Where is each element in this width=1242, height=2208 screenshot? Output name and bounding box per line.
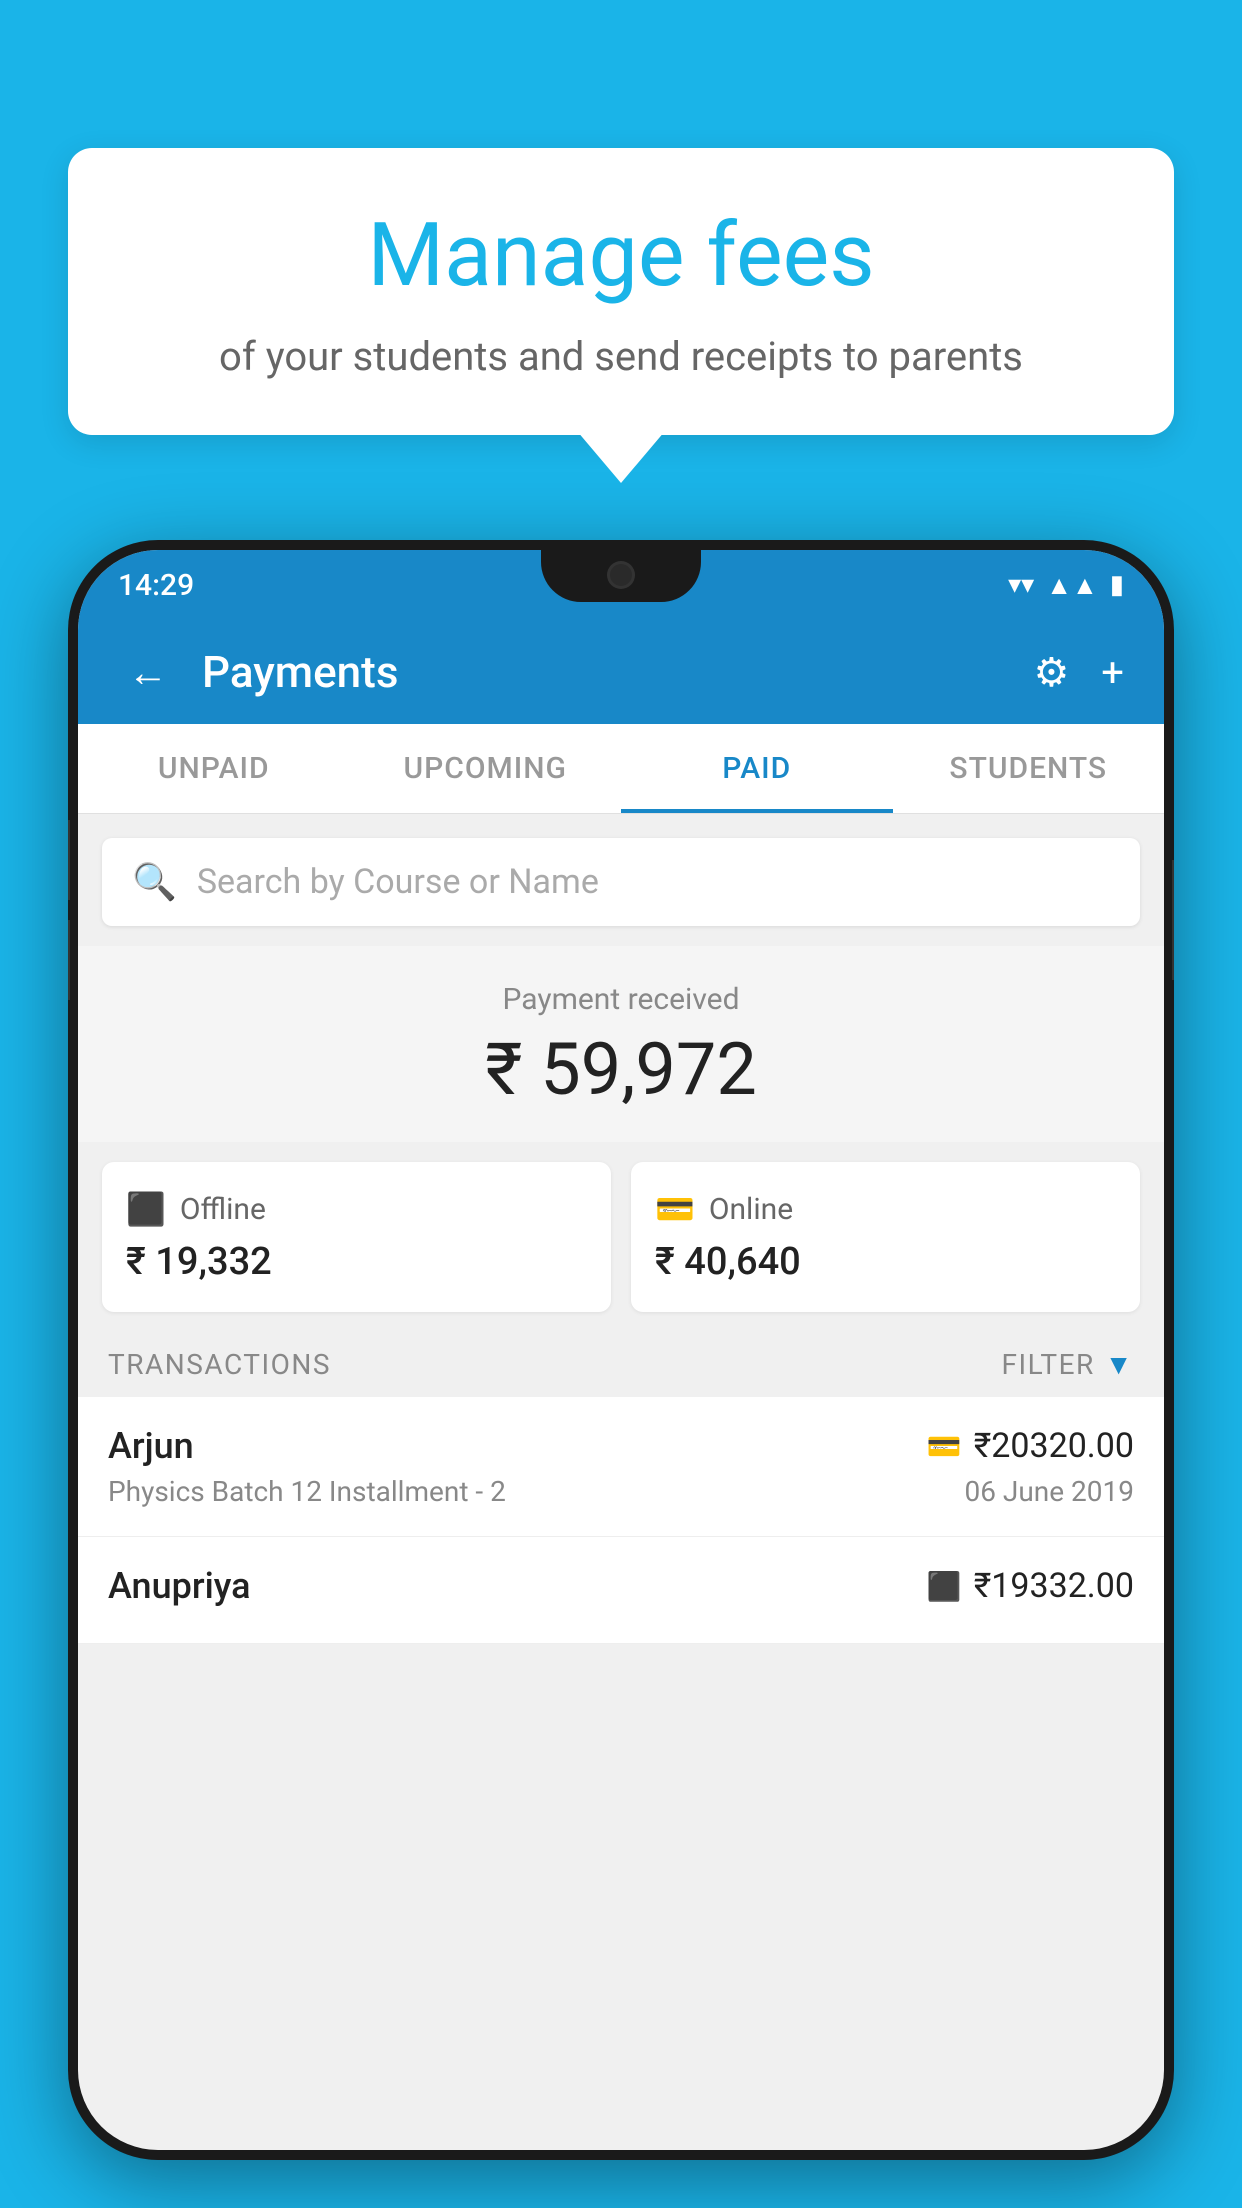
transaction-course: Physics Batch 12 Installment - 2 [108,1475,506,1508]
transaction-date: 06 June 2019 [964,1475,1134,1508]
back-button[interactable]: ← [118,639,178,706]
search-icon: 🔍 [132,861,177,903]
tab-students[interactable]: STUDENTS [893,724,1165,813]
header-actions: ⚙ + [1033,649,1124,696]
signal-icon: ▲▲ [1046,570,1097,601]
transaction-amount-wrap: 💳 ₹20320.00 [927,1426,1134,1466]
search-input[interactable]: Search by Course or Name [197,862,599,902]
phone-vol-down-button [68,920,70,1000]
transaction-name: Arjun [108,1425,194,1467]
payment-method-cards: ⬛ Offline ₹ 19,332 💳 Online ₹ 40,640 [78,1142,1164,1332]
transaction-row[interactable]: Anupriya ⬛ ₹19332.00 [78,1537,1164,1644]
card-payment-icon: 💳 [927,1430,962,1463]
status-time: 14:29 [118,568,194,603]
online-icon: 💳 [655,1190,695,1228]
main-content: 🔍 Search by Course or Name Payment recei… [78,814,1164,1644]
tab-paid[interactable]: PAID [621,724,893,813]
tooltip-subtitle: of your students and send receipts to pa… [118,329,1124,385]
tab-upcoming[interactable]: UPCOMING [350,724,622,813]
phone-vol-up-button [68,820,70,900]
tooltip-title: Manage fees [118,208,1124,305]
transaction-name: Anupriya [108,1565,251,1607]
transaction-amount: ₹19332.00 [974,1566,1134,1606]
tab-unpaid[interactable]: UNPAID [78,724,350,813]
offline-label: Offline [180,1192,266,1227]
app-header: ← Payments ⚙ + [78,620,1164,724]
offline-payment-icon: ⬛ [927,1570,962,1603]
online-label: Online [709,1192,793,1227]
page-title: Payments [202,646,1009,698]
transactions-header: TRANSACTIONS FILTER ▼ [78,1332,1164,1397]
tooltip-card: Manage fees of your students and send re… [68,148,1174,435]
filter-button[interactable]: FILTER ▼ [1001,1348,1134,1381]
online-amount: ₹ 40,640 [655,1240,1116,1284]
filter-icon: ▼ [1105,1348,1134,1381]
phone-power-button [1172,860,1174,980]
add-icon[interactable]: + [1101,649,1124,696]
transaction-row[interactable]: Arjun 💳 ₹20320.00 Physics Batch 12 Insta… [78,1397,1164,1537]
payment-received-amount: ₹ 59,972 [78,1027,1164,1112]
payment-received-label: Payment received [78,982,1164,1017]
filter-label: FILTER [1001,1348,1094,1381]
battery-icon: ▮ [1110,570,1124,600]
transactions-label: TRANSACTIONS [108,1348,331,1381]
transaction-amount-wrap: ⬛ ₹19332.00 [927,1566,1134,1606]
online-payment-card: 💳 Online ₹ 40,640 [631,1162,1140,1312]
phone-frame: 14:29 ▾▾ ▲▲ ▮ ← Payments ⚙ + UNPAID UPCO… [68,540,1174,2160]
payment-received-section: Payment received ₹ 59,972 [78,946,1164,1142]
phone-screen: 14:29 ▾▾ ▲▲ ▮ ← Payments ⚙ + UNPAID UPCO… [78,550,1164,2150]
status-icons: ▾▾ ▲▲ ▮ [1008,570,1124,601]
transaction-amount: ₹20320.00 [974,1426,1134,1466]
offline-payment-card: ⬛ Offline ₹ 19,332 [102,1162,611,1312]
search-bar[interactable]: 🔍 Search by Course or Name [102,838,1140,926]
offline-amount: ₹ 19,332 [126,1240,587,1284]
tabs-bar: UNPAID UPCOMING PAID STUDENTS [78,724,1164,814]
offline-icon: ⬛ [126,1190,166,1228]
phone-notch [541,550,701,602]
settings-icon[interactable]: ⚙ [1033,649,1069,696]
wifi-icon: ▾▾ [1008,570,1034,600]
